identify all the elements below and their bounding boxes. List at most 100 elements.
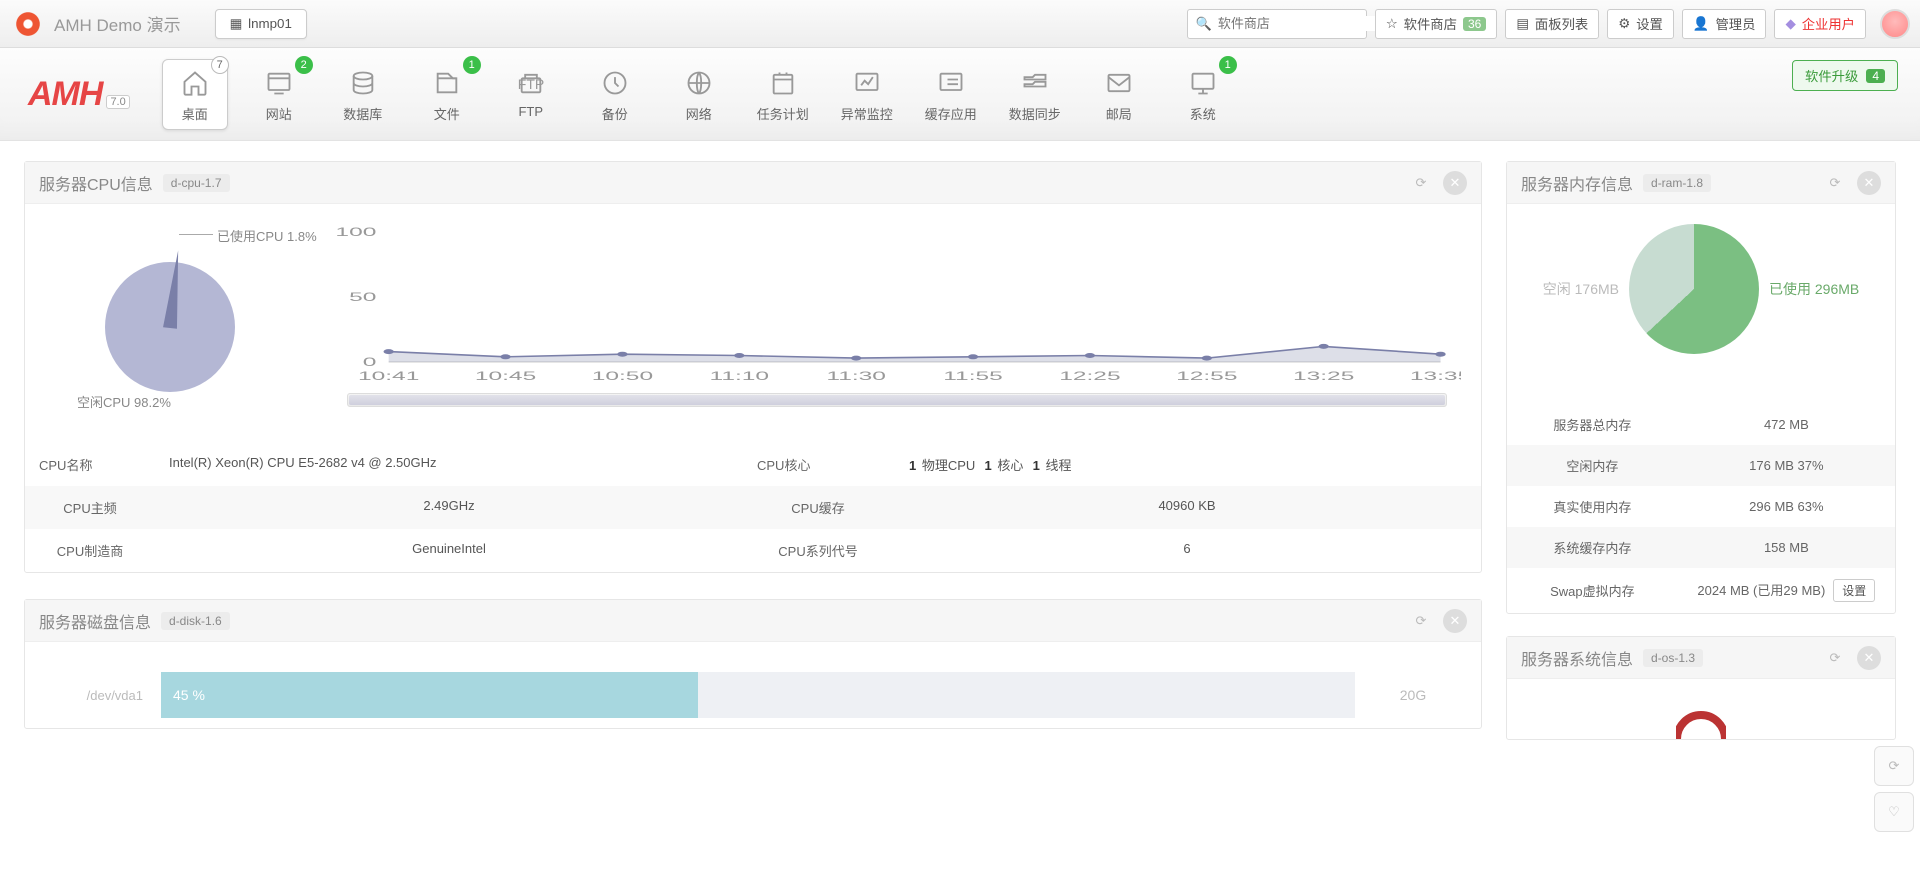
- os-logo-icon: [1676, 699, 1726, 739]
- nav-label: 邮局: [1106, 104, 1132, 123]
- ram-row-v: 158 MB: [1678, 527, 1895, 568]
- disk-panel: 服务器磁盘信息 d-disk-1.6 ⟳ ✕ /dev/vda1 45 % 20…: [24, 599, 1482, 729]
- close-icon[interactable]: ✕: [1857, 171, 1881, 195]
- os-panel-title: 服务器系统信息: [1521, 646, 1633, 670]
- svg-text:11:55: 11:55: [943, 370, 1003, 383]
- svg-text:13:25: 13:25: [1293, 370, 1354, 383]
- ram-pie: [1629, 224, 1759, 354]
- nav-badge: 2: [295, 56, 313, 74]
- nav-icon: [682, 68, 716, 98]
- nav-item-2[interactable]: 数据库: [330, 59, 396, 130]
- ram-panel: 服务器内存信息 d-ram-1.8 ⟳ ✕ 空闲 176MB 已使用 296MB…: [1506, 161, 1896, 614]
- svg-text:FTP: FTP: [518, 75, 544, 91]
- nav-item-11[interactable]: 邮局: [1086, 59, 1152, 130]
- ram-panel-tag[interactable]: d-ram-1.8: [1643, 174, 1711, 192]
- ram-row-v: 296 MB 63%: [1678, 486, 1895, 527]
- svg-text:11:10: 11:10: [709, 370, 769, 383]
- refresh-icon[interactable]: ⟳: [1409, 609, 1433, 633]
- nav-badge: 1: [463, 56, 481, 74]
- disk-panel-title: 服务器磁盘信息: [39, 609, 151, 633]
- nav-label: 网络: [686, 104, 712, 123]
- nav-item-6[interactable]: 网络: [666, 59, 732, 130]
- nav-icon: [934, 68, 968, 98]
- close-icon[interactable]: ✕: [1443, 609, 1467, 633]
- admin-button[interactable]: 👤 管理员: [1682, 9, 1767, 39]
- disk-device: /dev/vda1: [53, 688, 143, 703]
- admin-label: 管理员: [1715, 14, 1755, 33]
- nav-item-0[interactable]: 桌面7: [162, 59, 228, 130]
- nav-label: 桌面: [182, 104, 208, 123]
- nav-label: 系统: [1190, 104, 1216, 123]
- cpu-vendor-v: GenuineIntel: [155, 529, 743, 572]
- svg-text:10:50: 10:50: [592, 370, 653, 383]
- cpu-family-k: CPU系列代号: [743, 529, 893, 572]
- nav-label: 任务计划: [757, 104, 809, 123]
- nav-item-1[interactable]: 网站2: [246, 59, 312, 130]
- store-count: 36: [1463, 17, 1486, 31]
- close-icon[interactable]: ✕: [1443, 171, 1467, 195]
- brand-version: 7.0: [106, 95, 129, 109]
- global-refresh-button[interactable]: ⟳: [1874, 746, 1914, 786]
- ram-row-k: 真实使用内存: [1507, 486, 1678, 527]
- search-input-wrap[interactable]: 🔍: [1187, 9, 1367, 39]
- svg-text:0: 0: [363, 356, 377, 369]
- nav-items: 桌面7 网站2 数据库文件 1 FTPFTP 备份网络 任务计划 异常监控缓存应用数据同步邮局…: [162, 59, 1236, 130]
- upgrade-label: 软件升级: [1805, 66, 1858, 85]
- gear-icon: ⚙: [1618, 16, 1630, 32]
- refresh-icon[interactable]: ⟳: [1823, 171, 1847, 195]
- ram-total-k: 服务器总内存: [1507, 404, 1678, 445]
- cpu-family-v: 6: [893, 529, 1481, 572]
- disk-panel-tag[interactable]: d-disk-1.6: [161, 612, 230, 630]
- nav-item-5[interactable]: 备份: [582, 59, 648, 130]
- favorite-button[interactable]: ♡: [1874, 792, 1914, 832]
- brand: AMH 7.0: [28, 75, 130, 114]
- upgrade-count: 4: [1866, 69, 1885, 83]
- nav-item-8[interactable]: 异常监控: [834, 59, 900, 130]
- nav-icon: FTP: [514, 68, 548, 98]
- nav-item-12[interactable]: 系统1: [1170, 59, 1236, 130]
- navbar: AMH 7.0 桌面7 网站2 数据库文件 1 FTPFTP 备份网络 任务计划 异常监控缓存…: [0, 48, 1920, 141]
- swap-settings-button[interactable]: 设置: [1833, 579, 1875, 602]
- avatar[interactable]: [1880, 9, 1910, 39]
- svg-text:10:45: 10:45: [475, 370, 536, 383]
- nav-item-7[interactable]: 任务计划: [750, 59, 816, 130]
- panel-list-label: 面板列表: [1535, 14, 1588, 33]
- cpu-panel: 服务器CPU信息 d-cpu-1.7 ⟳ ✕ 已使用CPU 1.8% 空闲CPU…: [24, 161, 1482, 573]
- user-icon: 👤: [1693, 16, 1710, 32]
- close-icon[interactable]: ✕: [1857, 646, 1881, 670]
- ram-row-v: 176 MB 37%: [1678, 445, 1895, 486]
- cpu-name-k: CPU名称: [25, 443, 155, 486]
- settings-button[interactable]: ⚙ 设置: [1607, 9, 1674, 39]
- disk-total: 20G: [1373, 687, 1453, 703]
- cpu-panel-tag[interactable]: d-cpu-1.7: [163, 174, 230, 192]
- nav-item-9[interactable]: 缓存应用: [918, 59, 984, 130]
- cpu-pie: 已使用CPU 1.8% 空闲CPU 98.2%: [45, 222, 295, 407]
- refresh-icon[interactable]: ⟳: [1823, 646, 1847, 670]
- settings-label: 设置: [1636, 14, 1663, 33]
- logo-icon: [15, 11, 41, 37]
- software-upgrade-button[interactable]: 软件升级 4: [1792, 60, 1898, 91]
- ram-table: 服务器总内存 472 MB 空闲内存176 MB 37%真实使用内存296 MB…: [1507, 404, 1895, 613]
- search-input[interactable]: [1218, 16, 1394, 31]
- nav-item-10[interactable]: 数据同步: [1002, 59, 1068, 130]
- disk-usage-fill: 45 %: [161, 672, 698, 718]
- nav-item-4[interactable]: FTPFTP: [498, 59, 564, 130]
- nav-item-3[interactable]: 文件 1: [414, 59, 480, 130]
- svg-text:50: 50: [349, 291, 376, 304]
- grid-icon: ▦: [230, 16, 243, 32]
- ram-row-k: 系统缓存内存: [1507, 527, 1678, 568]
- chart-scrollbar[interactable]: [347, 393, 1447, 407]
- software-store-button[interactable]: ☆ 软件商店 36: [1375, 9, 1498, 39]
- topbar: AMH Demo 演示 ▦ lnmp01 🔍 ☆ 软件商店 36 ▤ 面板列表 …: [0, 0, 1920, 48]
- cpu-free-label: 空闲CPU 98.2%: [77, 392, 171, 411]
- refresh-icon[interactable]: ⟳: [1409, 171, 1433, 195]
- enterprise-button[interactable]: ◆ 企业用户: [1774, 9, 1866, 39]
- cpu-freq-k: CPU主频: [25, 486, 155, 529]
- nav-label: 文件: [434, 104, 460, 123]
- os-panel-tag[interactable]: d-os-1.3: [1643, 649, 1703, 667]
- cpu-panel-title: 服务器CPU信息: [39, 171, 153, 195]
- panel-list-button[interactable]: ▤ 面板列表: [1505, 9, 1599, 39]
- float-actions: ⟳ ♡: [1874, 746, 1914, 832]
- host-selector[interactable]: ▦ lnmp01: [215, 9, 307, 39]
- cpu-cache-v: 40960 KB: [893, 486, 1481, 529]
